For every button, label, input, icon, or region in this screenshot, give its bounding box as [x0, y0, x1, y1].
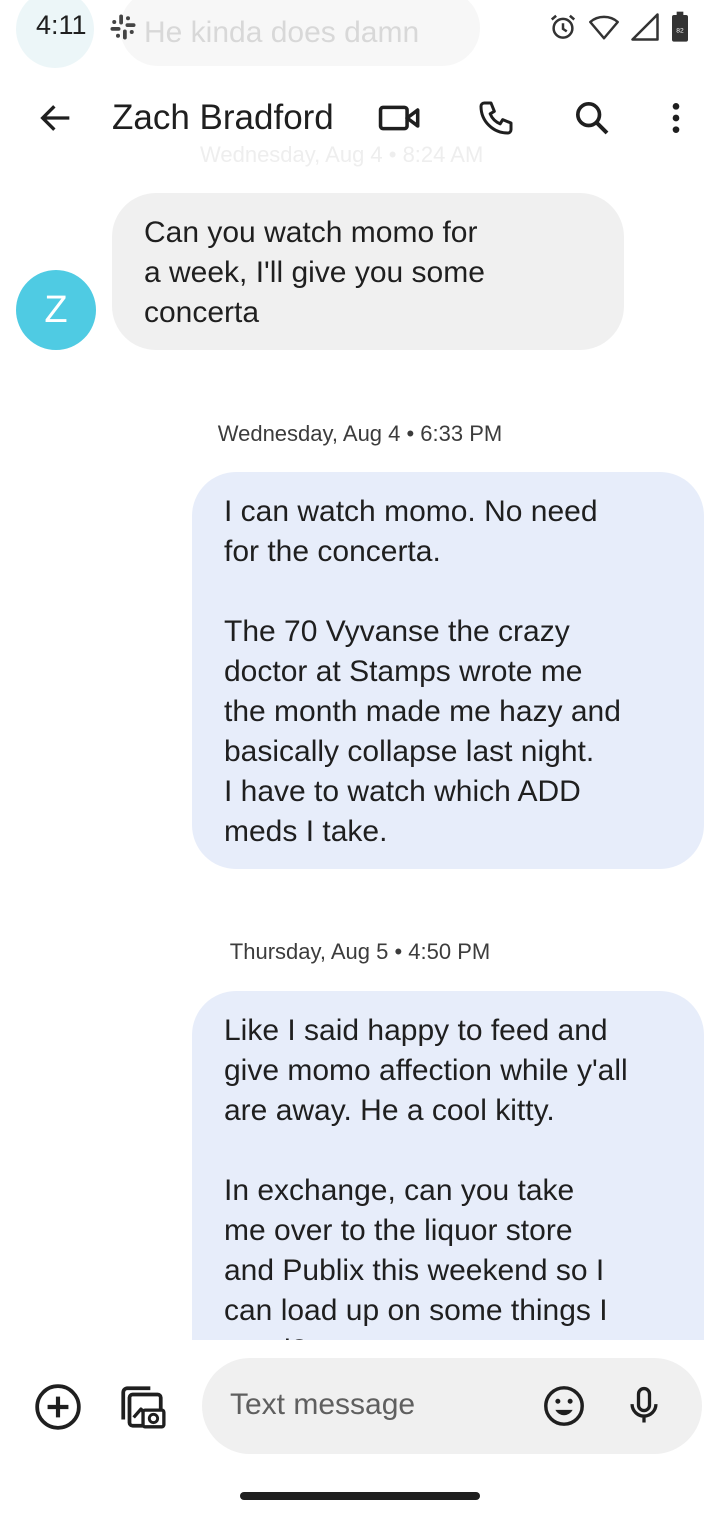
message-list-clip: Like I said happy to feed and give momo … — [0, 980, 720, 1340]
compose-field[interactable] — [202, 1358, 702, 1454]
search-button[interactable] — [566, 92, 618, 144]
microphone-icon — [630, 1386, 658, 1423]
alarm-icon — [550, 14, 576, 39]
status-icons: 82 — [548, 10, 690, 44]
battery-icon: 82 — [672, 11, 688, 42]
avatar-initial: Z — [44, 288, 68, 331]
more-vert-icon — [672, 103, 680, 133]
navigation-handle[interactable] — [240, 1492, 480, 1500]
contact-name[interactable]: Zach Bradford — [112, 98, 334, 138]
status-time: 4:11 — [36, 10, 87, 40]
slack-icon — [110, 14, 136, 40]
video-call-button[interactable] — [374, 92, 426, 144]
more-options-button[interactable] — [650, 92, 702, 144]
add-attachment-button[interactable] — [32, 1381, 84, 1433]
message-bubble-incoming[interactable]: Can you watch momo for a week, I'll give… — [112, 193, 624, 350]
arrow-back-icon — [40, 105, 70, 131]
message-bubble-outgoing[interactable]: Like I said happy to feed and give momo … — [192, 991, 704, 1340]
gallery-button[interactable] — [116, 1381, 168, 1433]
message-timestamp: Wednesday, Aug 4 • 6:33 PM — [217, 421, 503, 446]
notification-ghost-text: He kinda does damn — [144, 16, 420, 49]
avatar[interactable]: Z — [16, 270, 96, 350]
wifi-icon — [589, 15, 619, 40]
search-icon — [576, 102, 609, 135]
status-bar: He kinda does damn 4:11 82 — [0, 0, 720, 68]
message-timestamp: Thursday, Aug 5 • 4:50 PM — [229, 939, 491, 964]
text-message-input[interactable] — [230, 1388, 520, 1422]
add-circle-icon — [35, 1384, 81, 1430]
photo-camera-gallery-icon — [121, 1386, 166, 1429]
message-bubble-outgoing[interactable]: I can watch momo. No need for the concer… — [192, 472, 704, 869]
emoji-icon — [544, 1386, 584, 1426]
ghost-timestamp: Wednesday, Aug 4 • 8:24 AM — [200, 142, 484, 167]
phone-icon — [479, 101, 513, 135]
battery-level: 82 — [676, 27, 684, 34]
cellular-signal-icon — [631, 13, 659, 41]
compose-bar — [0, 1355, 720, 1455]
back-button[interactable] — [30, 92, 82, 144]
video-camera-icon — [378, 105, 420, 131]
emoji-button[interactable] — [538, 1380, 590, 1432]
voice-input-button[interactable] — [618, 1380, 670, 1432]
voice-call-button[interactable] — [470, 92, 522, 144]
